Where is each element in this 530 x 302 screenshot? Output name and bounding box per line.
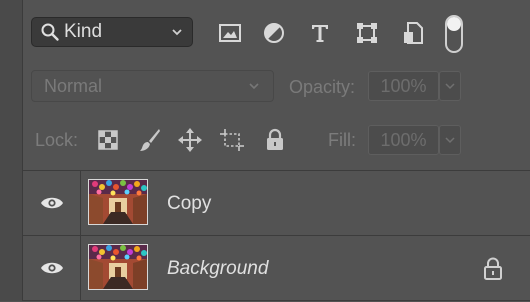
layers-list: Copy Background [23,170,530,302]
fill-slider-button[interactable] [439,125,461,155]
layer-name[interactable]: Background [167,258,268,280]
chevron-down-icon [445,137,455,144]
opacity-label: Opacity: [289,77,356,97]
visibility-toggle[interactable] [23,171,81,235]
image-filter-icon[interactable] [217,20,243,46]
lock-image-pixels-brush-icon[interactable] [137,126,163,154]
opacity-field[interactable]: 100% [368,71,439,101]
shape-filter-icon[interactable] [354,20,380,46]
layer-thumbnail [88,179,148,225]
filter-kind-select[interactable]: Kind [31,17,193,47]
toggle-knob [447,17,461,31]
eye-icon [40,197,63,209]
layers-panel: Kind Normal Opacity: 100% Lock: Fill: 10… [23,0,530,301]
lock-icon[interactable] [482,256,504,282]
layer-row-copy[interactable]: Copy [23,171,530,236]
filter-kind-label: Kind [64,21,103,42]
layer-thumbnail [88,244,148,290]
lock-all-icon[interactable] [262,126,288,154]
visibility-toggle[interactable] [23,236,81,300]
lock-position-move-icon[interactable] [177,126,203,154]
layer-name[interactable]: Copy [167,193,211,215]
eye-icon [40,262,63,274]
filter-toggle-switch[interactable] [445,15,463,53]
fill-field[interactable]: 100% [368,125,439,155]
type-filter-icon[interactable] [307,20,333,46]
chevron-down-icon [445,83,455,90]
fill-label: Fill: [328,130,356,150]
opacity-slider-button[interactable] [439,71,461,101]
blend-mode-value: Normal [44,75,103,96]
lock-label: Lock: [35,130,79,150]
layer-row-background[interactable]: Background [23,236,530,301]
chevron-down-icon [249,83,259,90]
smart-object-filter-icon[interactable] [400,20,426,46]
lock-transparent-pixels-icon[interactable] [95,126,121,154]
adjustment-filter-icon[interactable] [261,20,287,46]
search-icon [41,23,59,41]
panel-left-edge [0,0,23,301]
lock-artboard-nesting-icon[interactable] [219,126,245,154]
chevron-down-icon [172,29,182,36]
blend-mode-select[interactable]: Normal [31,70,274,102]
